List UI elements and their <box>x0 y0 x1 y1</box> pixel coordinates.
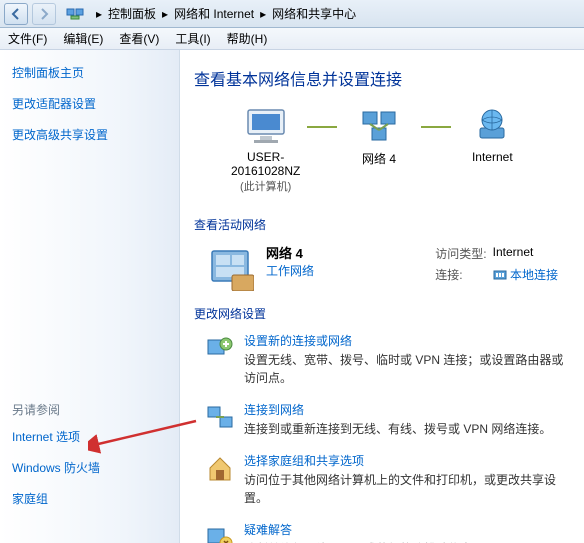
network-map-internet: Internet <box>451 106 534 164</box>
active-networks-heading: 查看活动网络 <box>194 216 564 233</box>
connect-to-network-desc: 连接到或重新连接到无线、有线、拨号或 VPN 网络连接。 <box>244 420 551 438</box>
network-map-link <box>421 126 451 128</box>
menu-file[interactable]: 文件(F) <box>8 30 47 47</box>
breadcrumb: ▸ 控制面板 ▸ 网络和 Internet ▸ 网络和共享中心 <box>92 5 580 22</box>
new-connection-icon <box>206 334 234 362</box>
menu-view[interactable]: 查看(V) <box>119 30 159 47</box>
homegroup-sharing-desc: 访问位于其他网络计算机上的文件和打印机，或更改共享设置。 <box>244 471 564 507</box>
change-settings-heading: 更改网络设置 <box>194 305 564 322</box>
menu-help[interactable]: 帮助(H) <box>227 30 268 47</box>
active-network-item: 网络 4 工作网络 访问类型: Internet 连接: 本地连接 <box>194 243 564 291</box>
network-icon <box>355 106 403 146</box>
setup-new-connection-desc: 设置无线、宽带、拨号、临时或 VPN 连接；或设置路由器或访问点。 <box>244 351 564 387</box>
page-title: 查看基本网络信息并设置连接 <box>194 66 564 90</box>
sidebar-internet-options[interactable]: Internet 选项 <box>12 428 167 445</box>
sidebar-windows-firewall[interactable]: Windows 防火墙 <box>12 459 167 476</box>
back-button[interactable] <box>4 3 28 25</box>
address-bar: ▸ 控制面板 ▸ 网络和 Internet ▸ 网络和共享中心 <box>0 0 584 28</box>
breadcrumb-sharing-center[interactable]: 网络和共享中心 <box>272 5 356 22</box>
homegroup-icon <box>206 454 234 482</box>
access-type-label: 访问类型: <box>435 245 490 264</box>
forward-button[interactable] <box>32 3 56 25</box>
menu-tools[interactable]: 工具(I) <box>175 30 210 47</box>
sidebar-advanced-sharing[interactable]: 更改高级共享设置 <box>12 126 167 143</box>
sidebar: 控制面板主页 更改适配器设置 更改高级共享设置 另请参阅 Internet 选项… <box>0 50 180 543</box>
breadcrumb-network-internet[interactable]: 网络和 Internet <box>174 5 254 22</box>
connect-to-network-title: 连接到网络 <box>244 401 551 418</box>
sidebar-homegroup[interactable]: 家庭组 <box>12 490 167 507</box>
network-map-network: 网络 4 <box>337 106 420 167</box>
troubleshoot-title: 疑难解答 <box>244 521 484 538</box>
network-map-this-pc: USER-20161028NZ (此计算机) <box>224 106 307 194</box>
chevron-right-icon: ▸ <box>96 7 102 21</box>
ethernet-icon <box>493 269 507 281</box>
computer-icon <box>242 106 290 146</box>
breadcrumb-control-panel[interactable]: 控制面板 <box>108 5 156 22</box>
connect-to-network[interactable]: 连接到网络 连接到或重新连接到无线、有线、拨号或 VPN 网络连接。 <box>206 401 564 438</box>
homegroup-sharing-options[interactable]: 选择家庭组和共享选项 访问位于其他网络计算机上的文件和打印机，或更改共享设置。 <box>206 452 564 507</box>
setup-new-connection-title: 设置新的连接或网络 <box>244 332 564 349</box>
troubleshoot-icon <box>206 523 234 543</box>
sidebar-control-panel-home[interactable]: 控制面板主页 <box>12 64 167 81</box>
work-network-icon <box>206 243 254 291</box>
homegroup-sharing-title: 选择家庭组和共享选项 <box>244 452 564 469</box>
connect-network-icon <box>206 403 234 431</box>
chevron-right-icon: ▸ <box>260 7 266 21</box>
sidebar-change-adapter[interactable]: 更改适配器设置 <box>12 95 167 112</box>
access-type-value: Internet <box>493 245 562 264</box>
sidebar-see-also-heading: 另请参阅 <box>12 401 167 418</box>
troubleshoot[interactable]: 疑难解答 诊断并修复网络问题，或获得故障排除信息。 <box>206 521 564 543</box>
active-network-type-link[interactable]: 工作网络 <box>266 264 314 278</box>
setup-new-connection[interactable]: 设置新的连接或网络 设置无线、宽带、拨号、临时或 VPN 连接；或设置路由器或访… <box>206 332 564 387</box>
content-area: 查看基本网络信息并设置连接 USER-20161028NZ (此计算机) 网络 … <box>180 50 584 543</box>
network-map: USER-20161028NZ (此计算机) 网络 4 Internet <box>194 106 564 206</box>
connection-link[interactable]: 本地连接 <box>510 268 558 282</box>
globe-icon <box>468 106 516 146</box>
chevron-right-icon: ▸ <box>162 7 168 21</box>
menu-edit[interactable]: 编辑(E) <box>63 30 103 47</box>
network-map-link <box>307 126 337 128</box>
menu-bar: 文件(F) 编辑(E) 查看(V) 工具(I) 帮助(H) <box>0 28 584 50</box>
network-center-icon <box>66 6 84 22</box>
active-network-name: 网络 4 <box>266 243 421 262</box>
connection-label: 连接: <box>435 266 490 285</box>
